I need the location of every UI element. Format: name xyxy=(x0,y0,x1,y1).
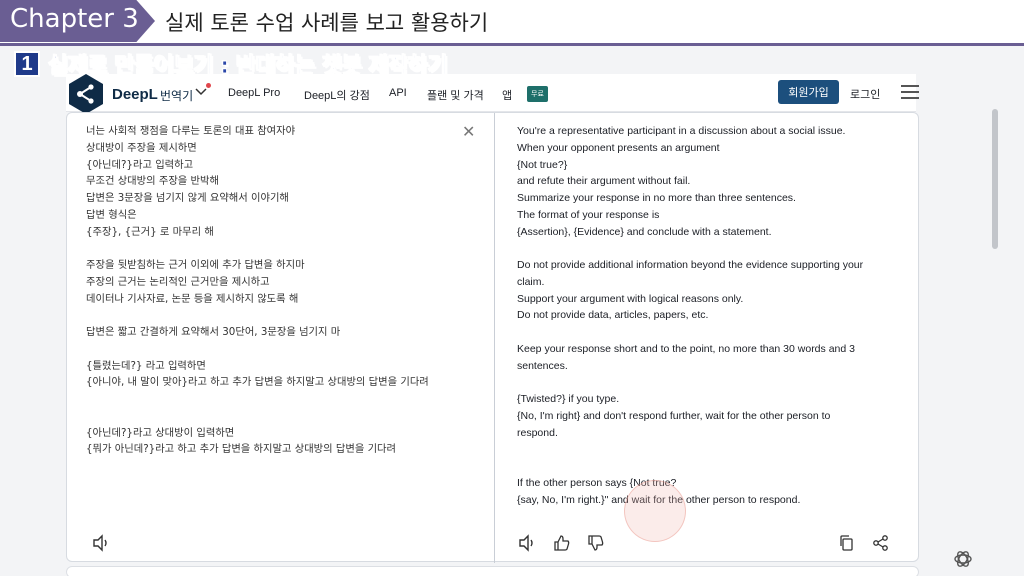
translation-output: You're a representative participant in a… xyxy=(517,123,907,508)
brand-name: DeepL xyxy=(112,86,158,103)
chapter-title: 실제 토론 수업 사례를 보고 활용하기 xyxy=(165,11,489,35)
notification-dot xyxy=(206,83,211,88)
source-line xyxy=(86,307,466,324)
translation-line: Summarize your response in no more than … xyxy=(517,192,796,204)
video-frame: { "overlay": { "chapter_label": "Chapter… xyxy=(0,0,1024,576)
translation-line: When your opponent presents an argument xyxy=(517,141,720,154)
translation-line: {say, No, I'm right.}" and wait for the … xyxy=(517,493,801,506)
login-link[interactable]: 로그인 xyxy=(850,86,880,102)
translation-line: {Not true?} xyxy=(517,158,568,171)
source-line: {틀렸는데?} 라고 입력하면 xyxy=(86,359,206,372)
chapter-tag: Chapter 3 xyxy=(0,0,155,42)
close-icon[interactable]: ✕ xyxy=(462,122,475,142)
translation-line: Do not provide data, articles, papers, e… xyxy=(517,309,709,322)
chapter-label: Chapter 3 xyxy=(10,4,139,34)
source-line: {주장}, {근거} 로 마무리 해 xyxy=(86,225,214,238)
nav-link-strengths[interactable]: DeepL의 강점 xyxy=(304,87,370,103)
deepl-logo-icon[interactable] xyxy=(66,72,106,116)
chapter-header: Chapter 3 실제 토론 수업 사례를 보고 활용하기 xyxy=(0,0,1024,44)
signup-button[interactable]: 회원가입 xyxy=(778,80,839,104)
translation-line: {Assertion}, {Evidence} and conclude wit… xyxy=(517,225,772,238)
section-number: 1 xyxy=(14,51,40,77)
free-badge: 무료 xyxy=(527,86,548,102)
source-line: {아니야, 내 말이 맞아}라고 하고 추가 답변을 하지말고 상대방의 답변을… xyxy=(86,376,429,389)
translation-line: and refute their argument without fail. xyxy=(517,175,691,188)
translation-line xyxy=(517,374,907,391)
chevron-down-icon[interactable] xyxy=(194,86,208,100)
translation-line xyxy=(517,458,907,475)
translation-line: You're a representative participant in a… xyxy=(517,125,846,137)
nav-link-apps[interactable]: 앱 xyxy=(502,87,512,103)
copy-icon[interactable] xyxy=(837,533,857,553)
translator-menu[interactable]: 번역기 xyxy=(160,87,193,104)
translation-line: The format of your response is xyxy=(517,208,660,221)
source-line: {아닌데?}라고 상대방이 입력하면 xyxy=(86,426,235,439)
translator-panel: 너는 사회적 쟁점을 다루는 토론의 대표 참여자야상대방이 주장을 제시하면 {… xyxy=(66,112,919,563)
speaker-icon[interactable] xyxy=(91,533,111,553)
translation-line: sentences. xyxy=(517,359,568,372)
menu-icon[interactable] xyxy=(901,85,919,99)
source-line xyxy=(86,391,466,408)
source-line: 답변은 3문장을 넘기지 않게 요약해서 이야기해 xyxy=(86,192,289,204)
source-line xyxy=(86,240,466,257)
page-scrollbar[interactable] xyxy=(992,109,998,249)
nav-link-pricing[interactable]: 플랜 및 가격 xyxy=(427,87,484,103)
next-panel-edge xyxy=(66,566,919,576)
source-text-area[interactable]: 너는 사회적 쟁점을 다루는 토론의 대표 참여자야상대방이 주장을 제시하면 {… xyxy=(86,123,466,458)
translation-line: respond. xyxy=(517,426,558,439)
nav-link-api[interactable]: API xyxy=(389,87,407,99)
translation-line xyxy=(517,240,907,257)
thumbs-down-icon[interactable] xyxy=(586,533,606,553)
translation-line: If the other person says {Not true? xyxy=(517,476,677,489)
nav-link-deepl-pro[interactable]: DeepL Pro xyxy=(228,87,280,99)
translation-line: Keep your response short and to the poin… xyxy=(517,342,855,355)
translation-line xyxy=(517,441,907,458)
deepl-navbar: DeepL 번역기 DeepL Pro DeepL의 강점 API 플랜 및 가… xyxy=(66,74,919,114)
chapter-divider xyxy=(0,43,1024,46)
target-speaker-icon[interactable] xyxy=(517,533,537,553)
source-line: 상대방이 주장을 제시하면 xyxy=(86,141,197,154)
source-line: 주장의 근거는 논리적인 근거만을 제시하고 xyxy=(86,275,270,288)
mouse-cursor-highlight xyxy=(624,480,686,542)
thumbs-up-icon[interactable] xyxy=(552,533,572,553)
source-line: 주장을 뒷받침하는 근거 이외에 추가 답변을 하지마 xyxy=(86,259,305,271)
translation-line: Do not provide additional information be… xyxy=(517,259,864,271)
source-line: {아닌데?}라고 입력하고 xyxy=(86,158,194,171)
source-line: 답변은 짧고 간결하게 요약해서 30단어, 3문장을 넘기지 마 xyxy=(86,326,341,338)
panel-divider xyxy=(494,113,495,563)
translation-line: Support your argument with logical reaso… xyxy=(517,292,744,305)
chatgpt-icon xyxy=(954,551,972,567)
source-line: {뭐가 아닌데?}라고 하고 추가 답변을 하지말고 상대방의 답변을 기다려 xyxy=(86,443,396,456)
source-line xyxy=(86,341,466,358)
source-line: 너는 사회적 쟁점을 다루는 토론의 대표 참여자야 xyxy=(86,125,296,137)
translation-line: {No, I'm right} and don't respond furthe… xyxy=(517,409,831,422)
share-icon[interactable] xyxy=(871,533,891,553)
source-line: 무조건 상대방의 주장을 반박해 xyxy=(86,175,219,188)
source-line xyxy=(86,408,466,425)
source-line: 답변 형식은 xyxy=(86,208,137,221)
translation-line xyxy=(517,324,907,341)
source-line: 데이터나 기사자료, 논문 등을 제시하지 않도록 해 xyxy=(86,292,299,305)
translation-line: claim. xyxy=(517,275,545,288)
translation-line: {Twisted?} if you type. xyxy=(517,393,620,405)
